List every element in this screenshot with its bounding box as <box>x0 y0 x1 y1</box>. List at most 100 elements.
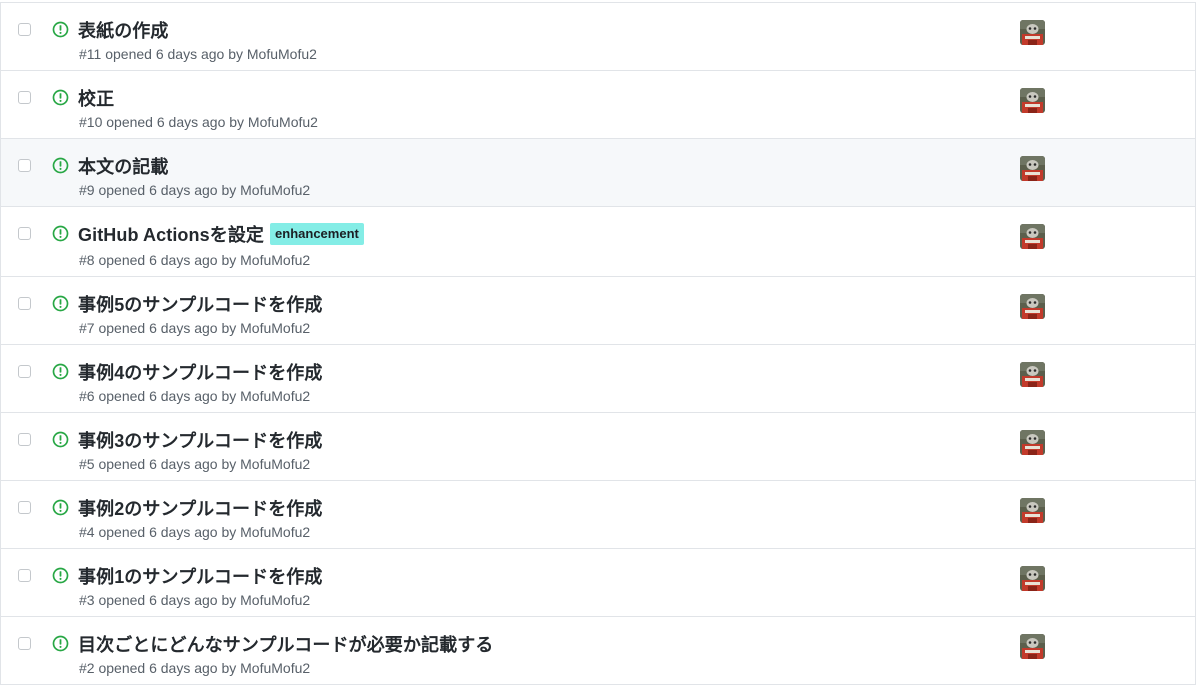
issue-checkbox[interactable] <box>18 365 31 378</box>
issue-checkbox[interactable] <box>18 23 31 36</box>
issue-author-link[interactable]: MofuMofu2 <box>240 456 310 472</box>
issue-title-line: 事例2のサンプルコードを作成 <box>78 495 323 521</box>
issue-title-line: GitHub Actionsを設定 enhancement <box>78 221 364 247</box>
issue-opened-icon <box>52 225 69 242</box>
issue-meta: #9 opened 6 days ago by MofuMofu2 <box>79 182 310 198</box>
issue-author-link[interactable]: MofuMofu2 <box>240 388 310 404</box>
label-enhancement[interactable]: enhancement <box>270 223 364 245</box>
avatar-image <box>1020 498 1045 523</box>
issue-author-link[interactable]: MofuMofu2 <box>240 182 310 198</box>
issue-checkbox[interactable] <box>18 637 31 650</box>
issue-author-link[interactable]: MofuMofu2 <box>240 660 310 676</box>
issue-row[interactable]: 事例5のサンプルコードを作成 #7 opened 6 days ago by M… <box>1 277 1195 345</box>
issue-list: 表紙の作成 #11 opened 6 days ago by MofuMofu2 <box>0 2 1196 685</box>
issue-opened-icon <box>52 363 69 380</box>
issue-meta-text: #5 opened 6 days ago by <box>79 456 241 472</box>
issue-meta: #7 opened 6 days ago by MofuMofu2 <box>79 320 310 336</box>
user-avatar[interactable] <box>1020 498 1045 523</box>
avatar-image <box>1020 156 1045 181</box>
issue-meta: #6 opened 6 days ago by MofuMofu2 <box>79 388 310 404</box>
issue-title-line: 事例4のサンプルコードを作成 <box>78 359 323 385</box>
user-avatar[interactable] <box>1020 156 1045 181</box>
issue-checkbox[interactable] <box>18 433 31 446</box>
avatar-image <box>1020 224 1045 249</box>
issue-author-link[interactable]: MofuMofu2 <box>247 46 317 62</box>
issue-author-link[interactable]: MofuMofu2 <box>240 524 310 540</box>
issue-meta-text: #7 opened 6 days ago by <box>79 320 241 336</box>
issue-title-link[interactable]: 本文の記載 <box>78 153 169 179</box>
issue-title-line: 事例5のサンプルコードを作成 <box>78 291 323 317</box>
issue-title-link[interactable]: 事例3のサンプルコードを作成 <box>78 427 323 453</box>
avatar-image <box>1020 20 1045 45</box>
issue-opened-icon <box>52 635 69 652</box>
issue-title-line: 事例1のサンプルコードを作成 <box>78 563 323 589</box>
avatar-image <box>1020 634 1045 659</box>
issue-meta-text: #2 opened 6 days ago by <box>79 660 241 676</box>
issue-title-link[interactable]: 事例1のサンプルコードを作成 <box>78 563 323 589</box>
issue-checkbox[interactable] <box>18 227 31 240</box>
issue-row[interactable]: 本文の記載 #9 opened 6 days ago by MofuMofu2 <box>1 139 1195 207</box>
issue-title-line: 校正 <box>78 85 114 111</box>
issue-checkbox[interactable] <box>18 91 31 104</box>
issue-checkbox[interactable] <box>18 501 31 514</box>
issue-opened-icon <box>52 431 69 448</box>
issue-meta-text: #10 opened 6 days ago by <box>79 114 248 130</box>
issue-title-link[interactable]: 事例5のサンプルコードを作成 <box>78 291 323 317</box>
issue-meta: #10 opened 6 days ago by MofuMofu2 <box>79 114 318 130</box>
issue-meta-text: #9 opened 6 days ago by <box>79 182 241 198</box>
issue-author-link[interactable]: MofuMofu2 <box>240 252 310 268</box>
issue-title-link[interactable]: 事例4のサンプルコードを作成 <box>78 359 323 385</box>
issue-opened-icon <box>52 499 69 516</box>
user-avatar[interactable] <box>1020 88 1045 113</box>
issue-meta: #5 opened 6 days ago by MofuMofu2 <box>79 456 310 472</box>
issue-opened-icon <box>52 157 69 174</box>
issue-meta: #2 opened 6 days ago by MofuMofu2 <box>79 660 310 676</box>
issue-author-link[interactable]: MofuMofu2 <box>240 320 310 336</box>
issue-title-line: 本文の記載 <box>78 153 169 179</box>
issue-row[interactable]: 目次ごとにどんなサンプルコードが必要か記載する #2 opened 6 days… <box>1 617 1195 685</box>
issue-author-link[interactable]: MofuMofu2 <box>248 114 318 130</box>
user-avatar[interactable] <box>1020 294 1045 319</box>
avatar-image <box>1020 430 1045 455</box>
issue-opened-icon <box>52 295 69 312</box>
user-avatar[interactable] <box>1020 224 1045 249</box>
issue-row[interactable]: GitHub Actionsを設定 enhancement #8 opened … <box>1 207 1195 277</box>
issue-meta-text: #11 opened 6 days ago by <box>79 46 247 62</box>
issue-row[interactable]: 事例4のサンプルコードを作成 #6 opened 6 days ago by M… <box>1 345 1195 413</box>
issue-meta-text: #8 opened 6 days ago by <box>79 252 241 268</box>
issue-row[interactable]: 表紙の作成 #11 opened 6 days ago by MofuMofu2 <box>1 3 1195 71</box>
issue-meta: #8 opened 6 days ago by MofuMofu2 <box>79 252 310 268</box>
avatar-image <box>1020 362 1045 387</box>
issue-title-link[interactable]: 校正 <box>78 85 114 111</box>
issue-checkbox[interactable] <box>18 569 31 582</box>
issue-checkbox[interactable] <box>18 297 31 310</box>
avatar-image <box>1020 88 1045 113</box>
issue-checkbox[interactable] <box>18 159 31 172</box>
avatar-image <box>1020 566 1045 591</box>
issue-title-link[interactable]: GitHub Actionsを設定 <box>78 221 264 247</box>
issue-meta: #11 opened 6 days ago by MofuMofu2 <box>79 46 317 62</box>
issue-row[interactable]: 校正 #10 opened 6 days ago by MofuMofu2 <box>1 71 1195 139</box>
issue-author-link[interactable]: MofuMofu2 <box>240 592 310 608</box>
user-avatar[interactable] <box>1020 566 1045 591</box>
issue-meta-text: #3 opened 6 days ago by <box>79 592 241 608</box>
user-avatar[interactable] <box>1020 430 1045 455</box>
issue-row[interactable]: 事例2のサンプルコードを作成 #4 opened 6 days ago by M… <box>1 481 1195 549</box>
issue-title-link[interactable]: 表紙の作成 <box>78 17 169 43</box>
issue-row[interactable]: 事例3のサンプルコードを作成 #5 opened 6 days ago by M… <box>1 413 1195 481</box>
user-avatar[interactable] <box>1020 362 1045 387</box>
issue-title-line: 事例3のサンプルコードを作成 <box>78 427 323 453</box>
issue-title-link[interactable]: 目次ごとにどんなサンプルコードが必要か記載する <box>78 631 493 657</box>
user-avatar[interactable] <box>1020 634 1045 659</box>
issue-title-line: 表紙の作成 <box>78 17 169 43</box>
avatar-image <box>1020 294 1045 319</box>
user-avatar[interactable] <box>1020 20 1045 45</box>
issue-meta: #4 opened 6 days ago by MofuMofu2 <box>79 524 310 540</box>
issue-meta-text: #6 opened 6 days ago by <box>79 388 241 404</box>
issue-meta: #3 opened 6 days ago by MofuMofu2 <box>79 592 310 608</box>
issue-row[interactable]: 事例1のサンプルコードを作成 #3 opened 6 days ago by M… <box>1 549 1195 617</box>
issue-title-link[interactable]: 事例2のサンプルコードを作成 <box>78 495 323 521</box>
issue-opened-icon <box>52 567 69 584</box>
issue-opened-icon <box>52 21 69 38</box>
issue-opened-icon <box>52 89 69 106</box>
